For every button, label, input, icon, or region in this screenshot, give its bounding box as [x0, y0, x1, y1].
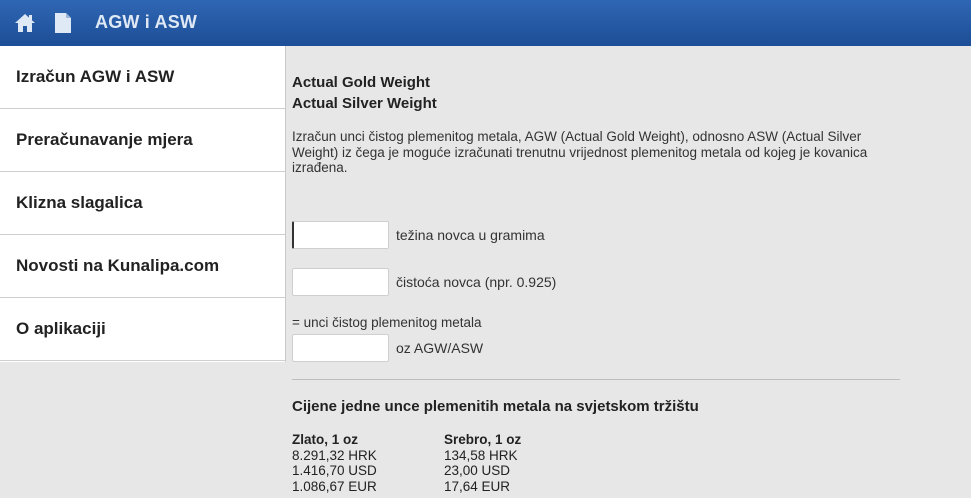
result-row: oz AGW/ASW — [292, 334, 483, 362]
heading-gold: Actual Gold Weight — [292, 74, 431, 91]
gold-price-column: Zlato, 1 oz 8.291,32 HRK 1.416,70 USD 1.… — [292, 432, 377, 494]
equals-note: = unci čistog plemenitog metala — [292, 315, 482, 330]
sidebar-item-agw-asw-calc[interactable]: Izračun AGW i ASW — [0, 46, 285, 109]
main-content: Actual Gold Weight Actual Silver Weight … — [292, 72, 912, 176]
weight-input[interactable] — [292, 221, 389, 249]
sidebar-item-about[interactable]: O aplikaciji — [0, 298, 285, 361]
sidebar-item-sliding-puzzle[interactable]: Klizna slagalica — [0, 172, 285, 235]
gold-title: Zlato, 1 oz — [292, 432, 359, 447]
result-field[interactable] — [292, 334, 389, 362]
silver-price-eur: 17,64 EUR — [444, 478, 511, 494]
heading-silver: Actual Silver Weight — [292, 95, 437, 112]
document-icon[interactable] — [54, 12, 72, 34]
gold-price-hrk: 8.291,32 HRK — [292, 447, 377, 463]
purity-input[interactable] — [292, 268, 389, 296]
silver-title: Srebro, 1 oz — [444, 432, 522, 447]
sidebar-menu: Izračun AGW i ASW Preračunavanje mjera K… — [0, 46, 286, 362]
weight-label: težina novca u gramima — [396, 227, 545, 243]
app-title: AGW i ASW — [95, 12, 198, 32]
prices-title: Cijene jedne unce plemenitih metala na s… — [292, 398, 699, 415]
sidebar-item-unit-conversion[interactable]: Preračunavanje mjera — [0, 109, 285, 172]
gold-price-usd: 1.416,70 USD — [292, 463, 377, 478]
gold-price-eur: 1.086,67 EUR — [292, 478, 377, 494]
result-label: oz AGW/ASW — [396, 340, 484, 356]
purity-row: čistoća novca (npr. 0.925) — [292, 268, 556, 296]
silver-price-column: Srebro, 1 oz 134,58 HRK 23,00 USD 17,64 … — [444, 432, 521, 494]
silver-price-usd: 23,00 USD — [444, 463, 511, 478]
weight-row: težina novca u gramima — [292, 221, 545, 249]
purity-label: čistoća novca (npr. 0.925) — [396, 274, 557, 290]
divider — [292, 379, 900, 380]
sidebar-item-news[interactable]: Novosti na Kunalipa.com — [0, 235, 285, 298]
silver-price-hrk: 134,58 HRK — [444, 447, 518, 463]
description: Izračun unci čistog plemenitog metala, A… — [292, 129, 868, 175]
action-bar: AGW i ASW — [0, 0, 971, 46]
home-icon[interactable] — [14, 13, 36, 33]
